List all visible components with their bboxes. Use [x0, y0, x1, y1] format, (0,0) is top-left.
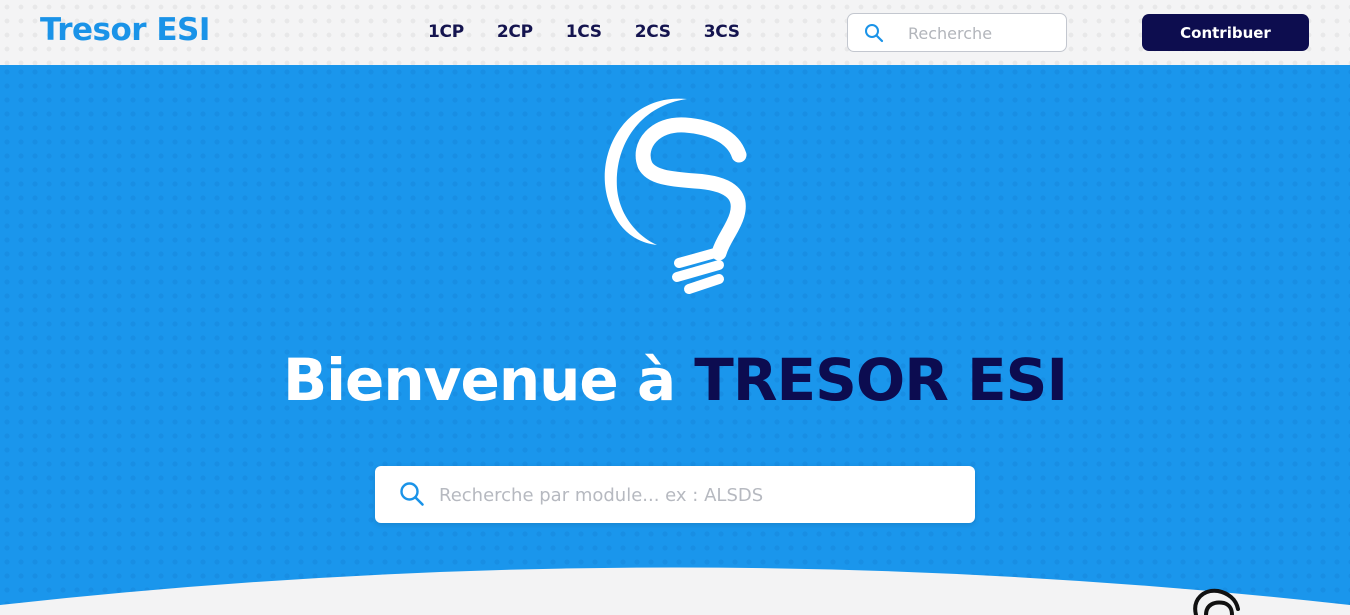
hero-title-welcome: Bienvenue à: [282, 346, 695, 414]
top-header: Tresor ESI 1CP 2CP 1CS 2CS 3CS Contribue…: [0, 0, 1350, 65]
nav-item-2cp[interactable]: 2CP: [497, 20, 533, 44]
header-search-input[interactable]: [908, 22, 1058, 44]
hero-section: Bienvenue à TRESOR ESI: [0, 65, 1350, 615]
nav-item-2cs[interactable]: 2CS: [635, 20, 671, 44]
hero-title: Bienvenue à TRESOR ESI: [0, 345, 1350, 415]
lightbulb-logo-icon: [604, 98, 747, 294]
level-nav: 1CP 2CP 1CS 2CS 3CS: [428, 20, 773, 44]
nav-item-1cs[interactable]: 1CS: [566, 20, 602, 44]
search-icon[interactable]: [864, 23, 884, 47]
module-search-input[interactable]: [439, 482, 959, 508]
hero-title-brand: TRESOR ESI: [694, 346, 1068, 414]
lightbulb-logo-icon: [1193, 588, 1240, 615]
hero-wave-divider: [0, 567, 1350, 615]
header-search-box[interactable]: [847, 13, 1067, 52]
hero-search-box[interactable]: [375, 466, 975, 523]
nav-item-3cs[interactable]: 3CS: [704, 20, 740, 44]
brand-logo-text[interactable]: Tresor ESI: [40, 10, 210, 50]
contribute-button[interactable]: Contribuer: [1142, 14, 1309, 51]
search-icon[interactable]: [399, 481, 425, 511]
nav-item-1cp[interactable]: 1CP: [428, 20, 464, 44]
